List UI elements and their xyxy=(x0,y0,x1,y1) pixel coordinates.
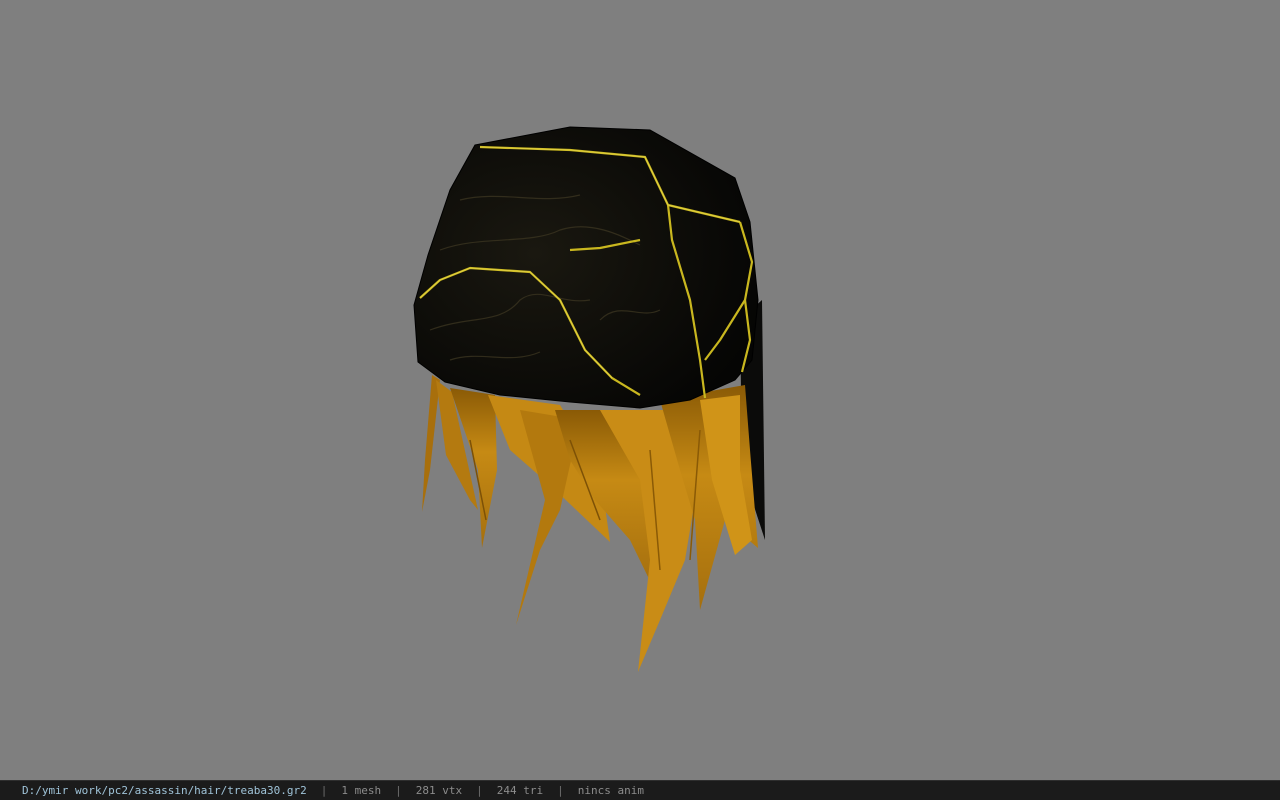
bandana-cap xyxy=(413,126,759,409)
separator: | xyxy=(557,784,564,797)
status-bar: D:/ymir work/pc2/assassin/hair/treaba30.… xyxy=(0,780,1280,800)
mesh-count: 1 mesh xyxy=(341,784,382,797)
separator: | xyxy=(320,784,328,797)
vertex-count: 281 vtx xyxy=(415,784,463,797)
3d-viewport[interactable] xyxy=(0,0,1280,780)
separator: | xyxy=(395,784,402,797)
file-path: D:/ymir work/pc2/assassin/hair/treaba30.… xyxy=(22,784,307,797)
animation-status: nincs anim xyxy=(577,784,644,797)
separator: | xyxy=(476,784,483,797)
hair-strands xyxy=(422,375,758,672)
model-render xyxy=(413,126,765,672)
triangle-count: 244 tri xyxy=(496,784,544,797)
